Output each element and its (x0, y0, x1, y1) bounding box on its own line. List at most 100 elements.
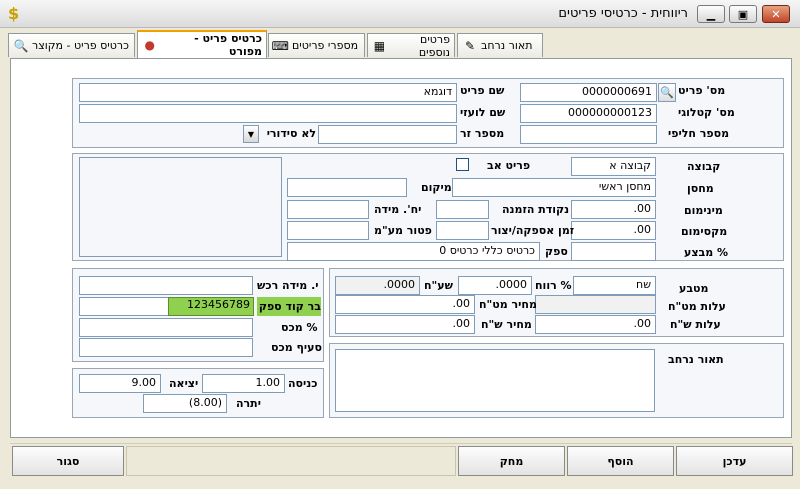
serial-label: מספר זר (460, 127, 505, 140)
in-label: כניסה (288, 377, 318, 390)
price-foreign-field[interactable]: .00 (335, 295, 475, 314)
tab-label: מספרי פריטים (292, 39, 359, 52)
tab-item-card-short[interactable]: כרטיס פריט - מקוצר 🔍 (8, 33, 135, 57)
price-foreign-label: מחיר מט"ח (479, 298, 537, 311)
minimize-icon: ▁ (706, 7, 716, 21)
tab-label: כרטיס פריט - מקוצר (32, 39, 129, 52)
parent-item-label: פריט אב (487, 159, 531, 172)
spare-no-field[interactable] (520, 125, 657, 144)
color-balls-icon: ● (144, 38, 155, 52)
serial-type-value: לא סידורי (266, 127, 316, 140)
close-button-label: סגור (56, 454, 80, 468)
promo-pct-field[interactable] (571, 242, 656, 261)
item-search-button[interactable]: 🔍 (658, 83, 676, 102)
supplier-field[interactable]: כרטיס כללי כרטיס 0 (287, 242, 540, 261)
close-window-button[interactable]: ✕ (762, 5, 790, 23)
purchase-unit-field[interactable] (79, 276, 253, 295)
parent-item-checkbox[interactable] (456, 158, 469, 171)
currency-field[interactable]: שח (573, 276, 656, 295)
reorder-point-label: נקודת הזמנה (502, 203, 570, 216)
tab-item-numbers[interactable]: מספרי פריטים ⌨ (268, 33, 365, 57)
catalog-no-field[interactable]: 000000000123 (520, 104, 657, 123)
update-button[interactable]: עדכן (676, 446, 793, 476)
tax-pct-label: % מכס (281, 321, 318, 334)
group-field[interactable]: קבוצה א (571, 157, 656, 176)
minimum-label: מינימום (684, 204, 723, 217)
tab-extended-description[interactable]: תאור נרחב ✎ (457, 33, 543, 57)
search-card-icon: 🔍 (13, 38, 29, 53)
supplier-barcode-label: בר קוד ספק (257, 297, 321, 316)
delete-button[interactable]: מחק (458, 446, 565, 476)
lead-time-label: זמן אספקה/יצור (491, 224, 575, 237)
item-no-label: מס' פריט (678, 84, 726, 97)
foreign-name-label: שם לועזי (460, 106, 506, 119)
foreign-name-field[interactable] (79, 104, 457, 123)
tax-clause-field[interactable] (79, 338, 253, 357)
vat-exempt-field[interactable] (287, 221, 369, 240)
serial-type-dropdown[interactable]: ▼ (243, 125, 259, 143)
edit-icon: ✎ (464, 38, 476, 53)
in-field[interactable]: 1.00 (202, 374, 285, 393)
profit-pct-label: % רווח (535, 279, 572, 292)
supplier-label: ספק (545, 245, 568, 258)
balance-label: יתרה (236, 397, 261, 410)
exchange-rate-field: .0000 (335, 276, 420, 295)
unit-label: יח'. מידה (374, 203, 422, 216)
location-field[interactable] (287, 178, 407, 197)
supplier-barcode-value: 123456789 (187, 298, 250, 311)
chevron-down-icon: ▼ (247, 129, 255, 139)
add-button-label: הוסף (607, 454, 634, 468)
warehouse-label: מחסן (687, 182, 714, 195)
purchase-unit-label: י. מידה רכש (257, 279, 319, 292)
price-nis-field[interactable]: .00 (335, 315, 475, 334)
cost-nis-label: עלות ש"ח (670, 318, 721, 331)
cost-foreign-field (535, 295, 656, 314)
serial-field[interactable] (318, 125, 457, 144)
price-nis-label: מחיר ש"ח (481, 318, 532, 331)
cost-nis-field[interactable]: .00 (535, 315, 656, 334)
item-name-field[interactable]: דוגמא (79, 83, 457, 102)
out-field[interactable]: 9.00 (79, 374, 161, 393)
grid-icon: ▦ (373, 38, 386, 53)
promo-pct-label: % מבצע (684, 246, 729, 259)
tab-item-card-detailed[interactable]: כרטיס פריט - מפורט ● (137, 30, 267, 58)
catalog-no-label: מס' קטלוגי (678, 106, 735, 119)
profit-pct-field[interactable]: .0000 (458, 276, 532, 295)
update-button-label: עדכן (722, 454, 747, 468)
item-no-field[interactable]: 0000000691 (520, 83, 657, 102)
window-title: ריווחית - כרטיסי פריטים (558, 6, 688, 21)
maximize-button[interactable]: ▣ (729, 5, 757, 23)
spacer-panel (126, 446, 456, 476)
currency-label: מטבע (679, 282, 709, 295)
maximize-icon: ▣ (737, 7, 749, 21)
tab-label: פרטים נוספים (418, 32, 450, 59)
minimum-field[interactable]: .00 (571, 200, 656, 219)
description-textarea[interactable] (335, 349, 655, 412)
unit-field[interactable] (287, 200, 369, 219)
image-area (79, 157, 282, 257)
delete-button-label: מחק (499, 454, 524, 468)
maximum-field[interactable]: .00 (571, 221, 656, 240)
vat-exempt-label: פטור מע"מ (374, 224, 432, 237)
maximum-label: מקסימום (681, 225, 728, 238)
group-label: קבוצה (687, 160, 721, 173)
minimize-button[interactable]: ▁ (697, 5, 725, 23)
spare-no-label: מספר חליפי (668, 127, 730, 140)
warehouse-field[interactable]: מחסן ראשי (452, 178, 656, 197)
lead-time-field[interactable] (436, 221, 489, 240)
item-name-label: שם פריט (460, 84, 505, 97)
tab-additional-details[interactable]: פרטים נוספים ▦ (367, 32, 455, 59)
location-label: מיקום (421, 181, 452, 194)
close-button[interactable]: סגור (12, 446, 124, 476)
tab-label: תאור נרחב (481, 39, 533, 52)
out-label: יציאה (169, 377, 199, 390)
add-button[interactable]: הוסף (567, 446, 674, 476)
description-label: תאור נרחב (668, 353, 724, 366)
tax-pct-field[interactable] (79, 318, 253, 337)
balance-field: (8.00) (143, 394, 227, 413)
cost-foreign-label: עלות מט"ח (668, 300, 726, 313)
reorder-point-field[interactable] (436, 200, 489, 219)
tax-clause-label: סעיף מכס (271, 341, 322, 354)
keyboard-icon: ⌨ (271, 38, 289, 53)
tab-label: כרטיס פריט - מפורט (194, 32, 262, 58)
